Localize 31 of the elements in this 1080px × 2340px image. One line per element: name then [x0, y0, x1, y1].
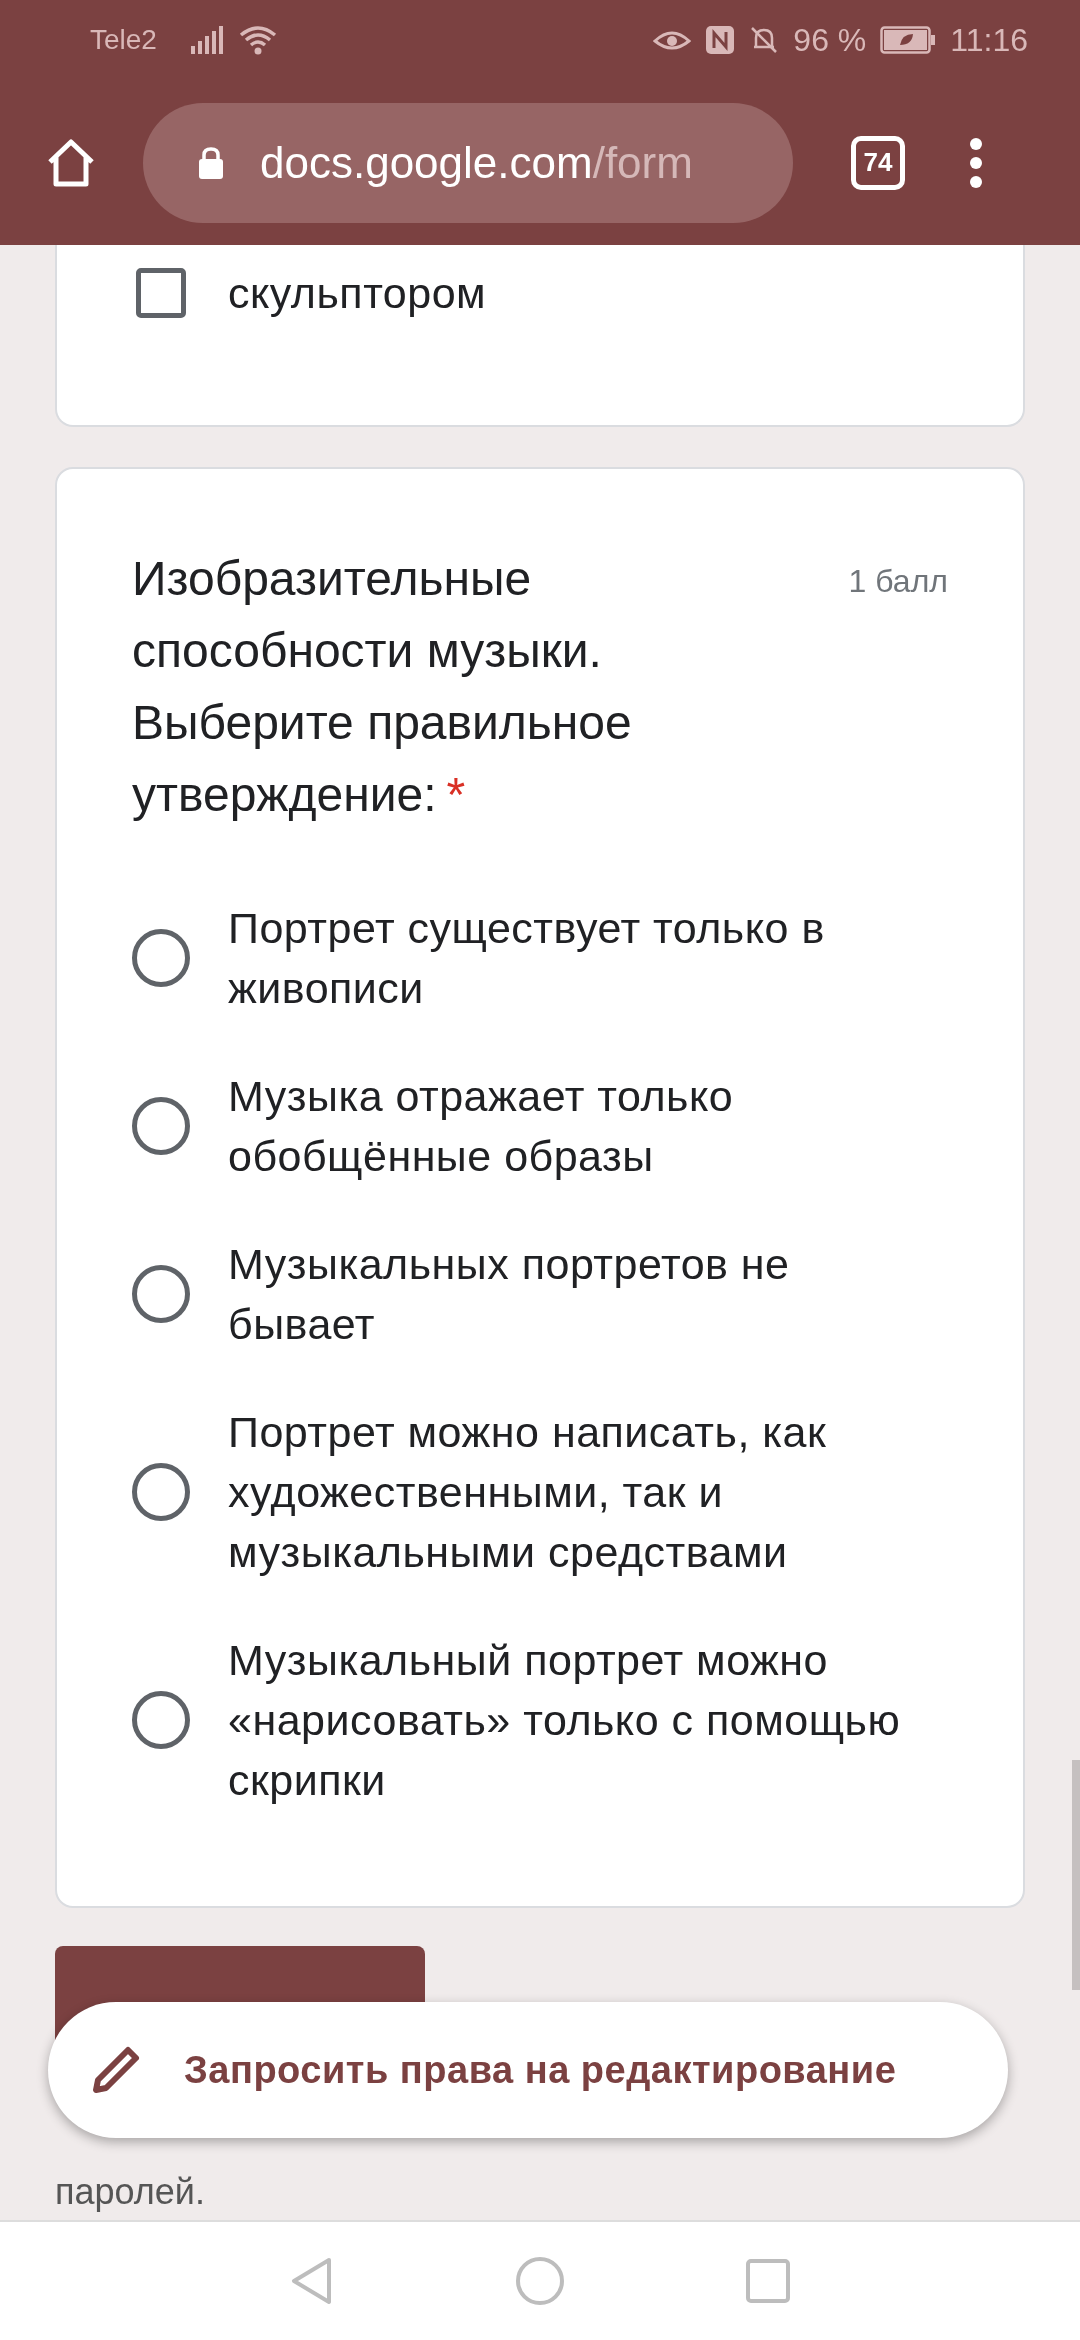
option-label: Музыкальных портретов не бывает — [228, 1239, 791, 1350]
required-mark: * — [446, 768, 466, 821]
lock-icon — [198, 145, 224, 180]
option-label: Музыка отражает только обобщённые образы — [228, 1071, 735, 1182]
clock-time: 11:16 — [950, 21, 1028, 59]
radio-button[interactable] — [132, 1097, 190, 1155]
carrier-name: Tele2 — [90, 24, 157, 56]
radio-button[interactable] — [132, 1463, 190, 1521]
option-label: Портрет можно написать, как художественными, так и музыкальными средствами — [228, 1407, 828, 1578]
scrollbar[interactable] — [1072, 1760, 1080, 1990]
menu-icon[interactable] — [969, 136, 983, 189]
radio-button[interactable] — [132, 929, 190, 987]
option-label: Музыкальный портрет можно «нарисовать» только с помощью скрипки — [228, 1635, 902, 1806]
battery-icon — [880, 26, 937, 54]
edit-request-toast[interactable]: Запросить права на редактирование — [48, 2002, 1008, 2138]
url-path: /form — [592, 137, 693, 188]
nfc-icon — [705, 25, 736, 55]
address-bar[interactable]: docs.google.com/form — [143, 102, 793, 223]
tab-count[interactable]: 74 — [851, 135, 905, 190]
option-label: скульптором — [228, 268, 487, 319]
points-label: 1 балл — [848, 563, 948, 600]
footer-note: паролей. — [55, 2170, 206, 2214]
checkbox[interactable] — [136, 268, 186, 318]
url-host: docs.google.com — [260, 137, 593, 188]
wifi-icon — [238, 25, 277, 55]
battery-percent: 96 % — [793, 21, 867, 59]
radio-button[interactable] — [132, 1265, 190, 1323]
signal-icon — [190, 26, 225, 54]
question-title: Изобразительные способности музыки. Выберите правильное утверждение: * — [132, 551, 633, 823]
radio-button[interactable] — [132, 1691, 190, 1749]
option-label: Портрет существует только в живописи — [228, 903, 826, 1014]
